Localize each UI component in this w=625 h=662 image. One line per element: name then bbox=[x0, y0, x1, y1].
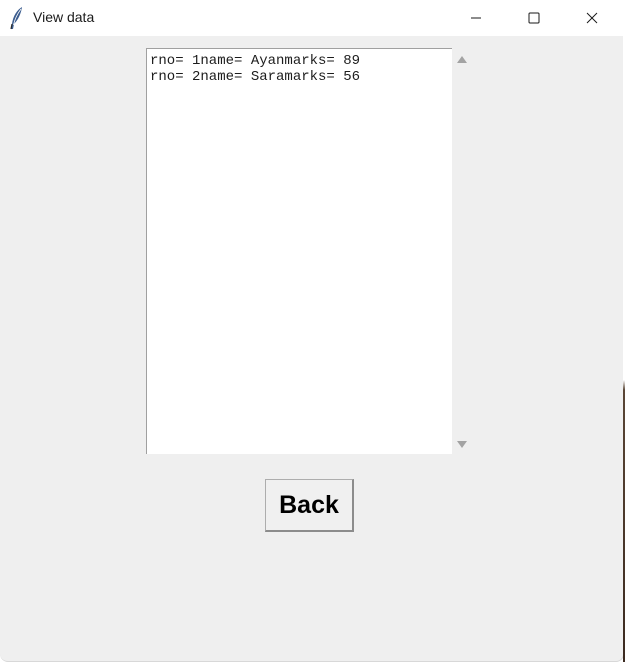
record-line: rno= 2name= Saramarks= 56 bbox=[150, 69, 361, 85]
records-text-area[interactable]: rno= 1name= Ayanmarks= 89 rno= 2name= Sa… bbox=[146, 48, 452, 454]
back-button[interactable]: Back bbox=[265, 479, 354, 532]
minimize-button[interactable] bbox=[447, 0, 505, 36]
scroll-down-arrow-icon[interactable] bbox=[457, 441, 467, 448]
maximize-button[interactable] bbox=[505, 0, 563, 36]
close-icon bbox=[586, 9, 598, 28]
app-window: View data rno= 1name= Ayanmarks= 89 rno=… bbox=[0, 0, 624, 662]
close-button[interactable] bbox=[563, 0, 621, 36]
maximize-icon bbox=[528, 9, 540, 28]
record-line: rno= 1name= Ayanmarks= 89 bbox=[150, 53, 361, 69]
scroll-up-arrow-icon[interactable] bbox=[457, 56, 467, 63]
window-title: View data bbox=[33, 9, 95, 25]
feather-icon bbox=[9, 6, 25, 30]
title-bar[interactable]: View data bbox=[0, 0, 623, 36]
vertical-scrollbar[interactable] bbox=[453, 48, 471, 454]
minimize-icon bbox=[470, 9, 482, 28]
